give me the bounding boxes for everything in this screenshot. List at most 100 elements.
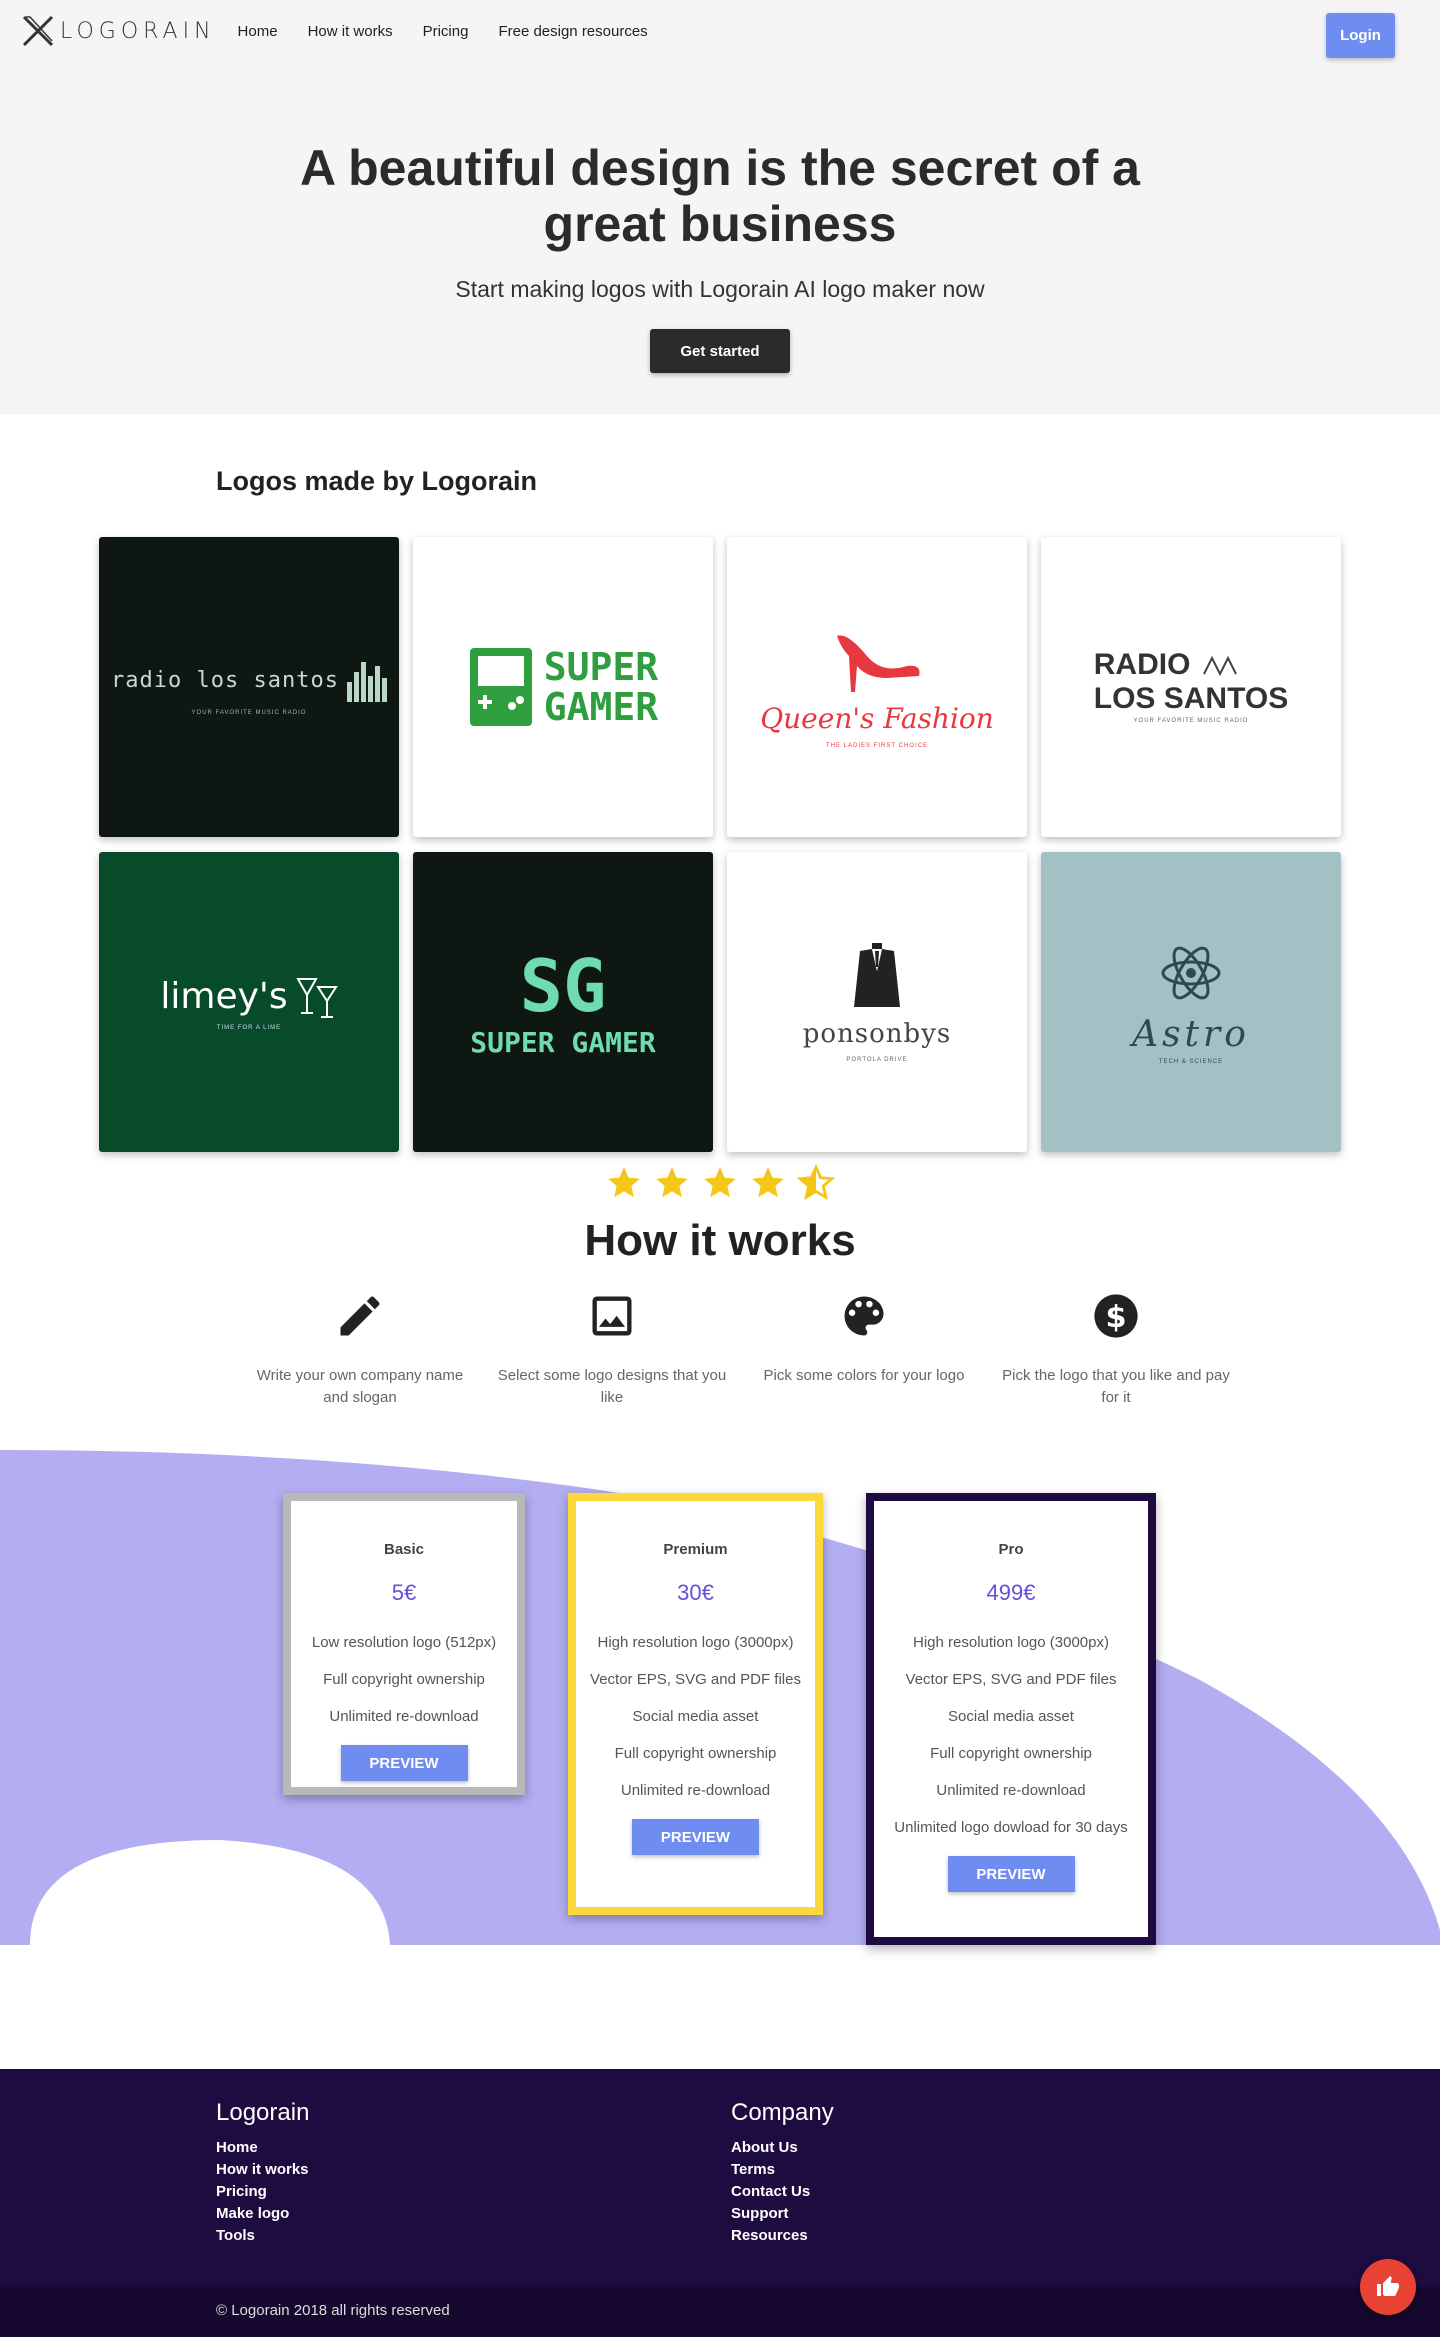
star-full-icon <box>704 1167 736 1198</box>
pencil-icon <box>340 1296 380 1336</box>
logo-gallery: radio los santos YOUR FAVORITE MUSIC RAD… <box>99 537 1440 1152</box>
logo-tile-name-line1: SUPER <box>543 645 659 689</box>
footer-link-terms[interactable]: Terms <box>731 2159 834 2181</box>
footer-column-title: Logorain <box>216 2099 310 2126</box>
hero-section: A beautiful design is the secret of a gr… <box>0 62 1440 414</box>
nav-how-it-works[interactable]: How it works <box>308 23 393 40</box>
footer: Logorain Home How it works Pricing Make … <box>0 2069 1440 2287</box>
plan-feature: Unlimited re-download <box>329 1708 479 1725</box>
logo-tile-radio-los-santos-dark[interactable]: radio los santos YOUR FAVORITE MUSIC RAD… <box>99 537 399 837</box>
logo-tile-name: Queen's Fashion <box>760 701 994 735</box>
logo-tile-radio-los-santos-light[interactable]: RADIO LOS SANTOS YOUR FAVORITE MUSIC RAD… <box>1041 537 1341 837</box>
footer-link-support[interactable]: Support <box>731 2203 834 2225</box>
logo-tile-tagline: TECH & SCIENCE <box>1158 1058 1224 1065</box>
plan-feature: Full copyright ownership <box>930 1745 1092 1762</box>
step-item: Write your own company name and slogan <box>234 1290 486 1409</box>
logo-tile-super-gamer[interactable]: SUPER GAMER <box>413 537 713 837</box>
footer-link-tools[interactable]: Tools <box>216 2225 309 2247</box>
footer-link-how-it-works[interactable]: How it works <box>216 2159 309 2181</box>
pricing-card-premium: Premium 30€ High resolution logo (3000px… <box>568 1493 823 1915</box>
high-heel-icon <box>837 634 920 692</box>
logos-section-title: Logos made by Logorain <box>216 466 538 496</box>
footer-link-resources[interactable]: Resources <box>731 2225 834 2247</box>
logo-tile-name-line1: RADIO <box>1093 648 1191 681</box>
suit-icon <box>854 943 900 1007</box>
step-text: Pick the logo that you like and pay for … <box>1002 1367 1230 1406</box>
plan-feature: High resolution logo (3000px) <box>597 1634 794 1651</box>
footer-link-make-logo[interactable]: Make logo <box>216 2203 309 2225</box>
step-text: Select some logo designs that you like <box>497 1367 727 1406</box>
logo-tile-name: radio los santos <box>111 667 339 693</box>
plan-name: Premium <box>663 1541 728 1558</box>
gameboy-icon <box>469 648 532 726</box>
logo-tile-tagline: TIME FOR A LIME <box>216 1025 282 1031</box>
nav-pricing[interactable]: Pricing <box>423 23 469 40</box>
star-full-icon <box>752 1167 784 1198</box>
logo-tile-name: Astro <box>1132 1013 1250 1055</box>
logo-tile-name-line2: LOS SANTOS <box>1093 682 1289 715</box>
logo-tile-tagline: YOUR FAVORITE MUSIC RADIO <box>191 710 307 716</box>
plan-feature: Unlimited logo dowload for 30 days <box>894 1819 1128 1836</box>
star-full-icon <box>656 1167 688 1198</box>
plan-price: 499€ <box>986 1580 1036 1605</box>
how-it-works-title: How it works <box>584 1216 856 1265</box>
brand-logo[interactable]: LOGORAIN <box>20 13 216 49</box>
logorain-logo-icon <box>22 15 54 47</box>
dollar-icon: $ <box>1094 1294 1138 1338</box>
pricing-section: Basic 5€ Low resolution logo (512px) Ful… <box>0 1450 1440 1945</box>
image-icon <box>592 1296 632 1336</box>
brand-name: LOGORAIN <box>60 18 216 44</box>
step-item: Select some logo designs that you like <box>486 1290 738 1409</box>
logo-tile-name: SUPER GAMER <box>470 1025 656 1059</box>
logo-tile-limeys[interactable]: limey's TIME FOR A LIME <box>99 852 399 1152</box>
footer-column-company: Company About Us Terms Contact Us Suppor… <box>731 2099 834 2247</box>
plan-feature: Low resolution logo (512px) <box>311 1634 497 1651</box>
pricing-card-pro: Pro 499€ High resolution logo (3000px) V… <box>866 1493 1156 1945</box>
get-started-button[interactable]: Get started <box>650 329 790 373</box>
logo-tile-sg-super-gamer[interactable]: SG SUPER GAMER <box>413 852 713 1152</box>
plan-feature: Full copyright ownership <box>614 1745 777 1762</box>
star-half-icon <box>797 1164 835 1201</box>
hero-subtitle: Start making logos with Logorain AI logo… <box>455 276 985 302</box>
plan-name: Basic <box>383 1541 425 1558</box>
thumbs-up-icon <box>1377 2276 1399 2296</box>
plan-feature: Vector EPS, SVG and PDF files <box>905 1671 1117 1688</box>
copyright-bar: © Logorain 2018 all rights reserved <box>0 2287 1440 2337</box>
plan-feature: Vector EPS, SVG and PDF files <box>590 1671 801 1688</box>
footer-column-logorain: Logorain Home How it works Pricing Make … <box>216 2099 309 2247</box>
logo-tile-monogram: SG <box>519 943 607 1028</box>
step-item: Pick some colors for your logo <box>738 1290 990 1409</box>
logo-tile-tagline: THE LADIES FIRST CHOICE <box>826 742 928 749</box>
footer-link-contact-us[interactable]: Contact Us <box>731 2181 834 2203</box>
preview-button-basic[interactable]: PREVIEW <box>340 1745 468 1781</box>
rating-stars <box>0 1164 1440 1202</box>
login-button[interactable]: Login <box>1326 13 1395 58</box>
pricing-card-basic: Basic 5€ Low resolution logo (512px) Ful… <box>283 1493 525 1795</box>
star-full-icon <box>608 1167 640 1198</box>
equalizer-icon <box>346 662 387 702</box>
how-it-works-steps: Write your own company name and slogan S… <box>234 1290 1440 1409</box>
logo-tile-tagline: YOUR FAVORITE MUSIC RADIO <box>1133 718 1249 724</box>
svg-text:$: $ <box>1105 1300 1126 1335</box>
footer-link-about-us[interactable]: About Us <box>731 2137 834 2159</box>
atom-icon <box>1161 946 1221 999</box>
hero-title: A beautiful design is the secret of a gr… <box>300 140 1140 252</box>
nav-free-design-resources[interactable]: Free design resources <box>498 23 647 40</box>
preview-button-pro[interactable]: PREVIEW <box>947 1856 1075 1892</box>
logo-tile-astro[interactable]: Astro TECH & SCIENCE <box>1041 852 1341 1152</box>
plan-name: Pro <box>998 1541 1024 1558</box>
logo-tile-queens-fashion[interactable]: Queen's Fashion THE LADIES FIRST CHOICE <box>727 537 1027 837</box>
top-nav: LOGORAIN Home How it works Pricing Free … <box>0 0 1440 62</box>
logo-tile-ponsonbys[interactable]: ponsonbys PORTOLA DRIVE <box>727 852 1027 1152</box>
footer-link-home[interactable]: Home <box>216 2137 309 2159</box>
plan-price: 5€ <box>391 1580 417 1605</box>
logo-tile-name: ponsonbys <box>802 1019 952 1049</box>
nav-home[interactable]: Home <box>238 23 278 40</box>
logo-tile-name: limey's <box>160 975 288 1017</box>
footer-link-pricing[interactable]: Pricing <box>216 2181 309 2203</box>
plan-feature: Unlimited re-download <box>936 1782 1086 1799</box>
like-button[interactable] <box>1360 2259 1416 2315</box>
step-text: Pick some colors for your logo <box>763 1367 965 1384</box>
step-item: $ Pick the logo that you like and pay fo… <box>990 1290 1242 1409</box>
preview-button-premium[interactable]: PREVIEW <box>632 1819 759 1855</box>
